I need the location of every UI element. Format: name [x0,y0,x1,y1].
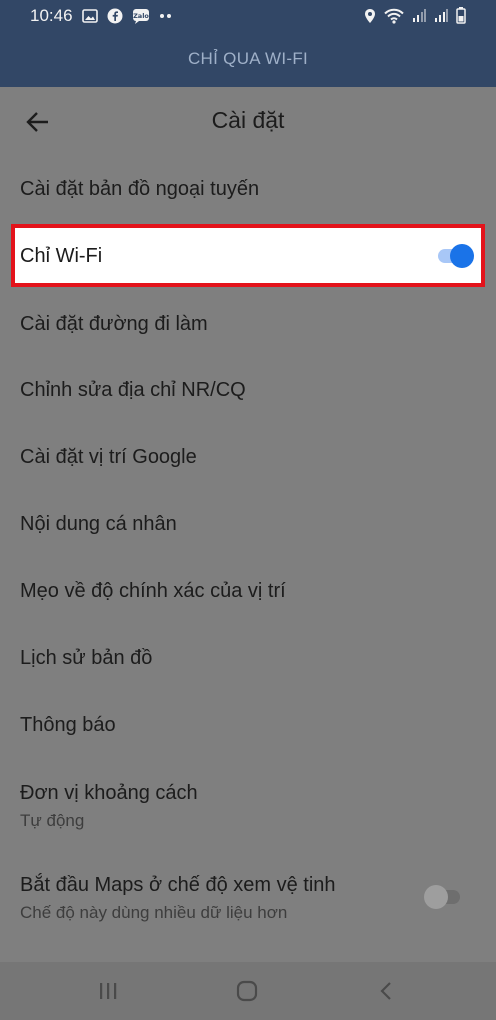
setting-label: Cài đặt đường đi làm [20,313,208,335]
home-icon [236,980,258,1002]
setting-label: Chỉnh sửa địa chỉ NR/CQ [20,379,246,401]
setting-distance-units[interactable]: Đơn vị khoảng cách Tự động [0,759,496,849]
more-dots-icon [159,13,173,19]
setting-personal-content[interactable]: Nội dung cá nhân [0,491,496,558]
toggle-thumb [424,885,448,909]
wifi-only-banner: CHỈ QUA WI-FI [0,31,496,87]
svg-text:Zalo: Zalo [133,12,149,20]
setting-label: Cài đặt vị trí Google [20,446,197,468]
setting-offline-maps[interactable]: Cài đặt bản đồ ngoại tuyến [0,157,496,222]
status-bar: 10:46 Zalo [0,0,496,31]
setting-label: Lịch sử bản đồ [20,647,153,669]
wifi-icon [384,8,404,24]
zalo-icon: Zalo [132,8,150,24]
signal-icon [434,8,448,23]
page-title: Cài đặt [211,107,285,133]
setting-location-accuracy[interactable]: Mẹo về độ chính xác của vị trí [0,558,496,625]
setting-google-location[interactable]: Cài đặt vị trí Google [0,424,496,491]
back-icon [380,982,391,1000]
setting-wifi-only[interactable]: Chỉ Wi-Fi [11,224,485,287]
setting-maps-history[interactable]: Lịch sử bản đồ [0,625,496,692]
setting-commute[interactable]: Cài đặt đường đi làm [0,291,496,357]
status-right [364,7,466,24]
setting-label: Cài đặt bản đồ ngoại tuyến [20,178,260,200]
wifi-only-toggle[interactable] [436,244,476,268]
signal-icon [412,8,426,23]
app-header: Cài đặt [0,87,496,157]
setting-satellite-view[interactable]: Bắt đầu Maps ở chế độ xem vệ tinh Chế độ… [0,849,496,949]
satellite-view-toggle[interactable] [424,885,464,909]
status-left: 10:46 Zalo [30,6,173,26]
recent-apps-button[interactable] [93,978,123,1004]
home-button[interactable] [232,978,262,1004]
setting-label: Chỉ Wi-Fi [20,245,103,267]
setting-subtitle: Chế độ này dùng nhiều dữ liệu hơn [20,903,288,922]
toggle-thumb [450,244,474,268]
setting-edit-home-work[interactable]: Chỉnh sửa địa chỉ NR/CQ [0,357,496,424]
setting-label: Thông báo [20,714,116,736]
setting-label: Bắt đầu Maps ở chế độ xem vệ tinh [20,874,336,896]
setting-label: Nội dung cá nhân [20,513,177,535]
setting-label: Mẹo về độ chính xác của vị trí [20,580,286,602]
setting-notifications[interactable]: Thông báo [0,692,496,759]
status-time: 10:46 [30,5,73,25]
setting-label: Đơn vị khoảng cách [20,782,198,804]
setting-value: Tự động [20,811,85,830]
location-icon [364,8,376,24]
recent-apps-icon [100,983,117,999]
battery-icon [456,7,466,24]
banner-text: CHỈ QUA WI-FI [187,49,309,68]
gallery-icon [81,8,98,23]
facebook-icon [107,8,123,24]
nav-back-button[interactable] [371,978,401,1004]
navigation-bar [0,962,496,1020]
